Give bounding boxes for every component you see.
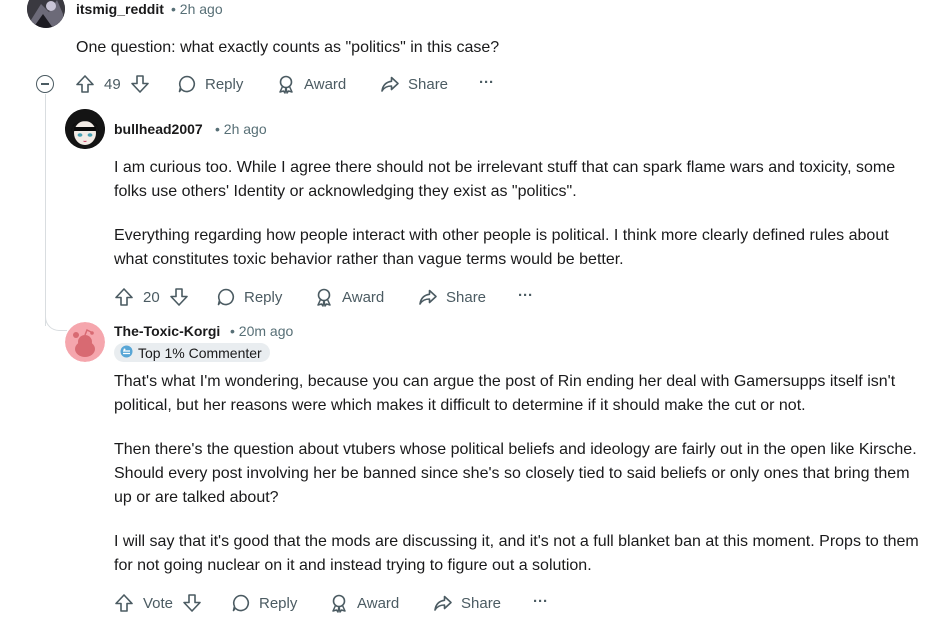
commenter-badge[interactable]: Top 1% Commenter — [114, 343, 270, 362]
comment-paragraph: Everything regarding how people interact… — [114, 227, 889, 268]
vote-group: 49 — [75, 74, 150, 94]
award-button[interactable]: Award — [329, 593, 399, 613]
avatar[interactable] — [65, 109, 105, 149]
share-label: Share — [408, 75, 449, 93]
award-button[interactable]: Award — [276, 74, 346, 94]
award-icon — [314, 287, 334, 307]
commenter-badge-icon — [120, 345, 133, 361]
ellipsis-icon: ··· — [518, 287, 533, 304]
comment-paragraph: I am curious too. While I agree there sh… — [114, 159, 896, 200]
award-icon — [329, 593, 349, 613]
comment-author[interactable]: The-Toxic-Korgi — [114, 323, 220, 339]
reply-label: Reply — [205, 75, 244, 93]
speech-bubble-icon — [216, 287, 236, 307]
share-arrow-icon — [418, 287, 438, 307]
award-button[interactable]: Award — [314, 287, 384, 307]
badge-label: Top 1% Commenter — [138, 344, 262, 361]
reply-button[interactable]: Reply — [177, 74, 243, 94]
comment-body: That's what I'm wondering, because you c… — [114, 370, 919, 591]
share-button[interactable]: Share — [433, 593, 501, 613]
comment-body: I am curious too. While I agree there sh… — [114, 156, 914, 285]
reply-label: Reply — [244, 288, 283, 306]
thread-line[interactable] — [45, 94, 46, 326]
reply-button[interactable]: Reply — [216, 287, 282, 307]
arrow-up-icon[interactable] — [75, 74, 95, 94]
share-arrow-icon — [433, 593, 453, 613]
comment-time[interactable]: 2h ago — [180, 1, 223, 17]
thread-connector — [45, 309, 67, 331]
comment-meta: • 20m ago — [230, 323, 293, 339]
more-options-button[interactable]: ··· — [533, 593, 548, 610]
vote-count: 20 — [143, 288, 160, 306]
vote-group: Vote — [114, 593, 202, 613]
meta-separator: • — [171, 1, 176, 17]
speech-bubble-icon — [231, 593, 251, 613]
comment-author[interactable]: itsmig_reddit — [76, 1, 164, 17]
award-label: Award — [357, 594, 400, 612]
comment-author[interactable]: bullhead2007 — [114, 121, 203, 137]
meta-separator: • — [215, 121, 220, 137]
arrow-down-icon[interactable] — [169, 287, 189, 307]
comment-paragraph: One question: what exactly counts as "po… — [76, 39, 500, 56]
share-label: Share — [446, 288, 487, 306]
award-label: Award — [342, 288, 385, 306]
comment-meta: • 2h ago — [171, 1, 223, 17]
avatar[interactable] — [27, 0, 65, 28]
ellipsis-icon: ··· — [479, 74, 494, 91]
comment-paragraph: I will say that it's good that the mods … — [114, 533, 919, 574]
reply-label: Reply — [259, 594, 298, 612]
share-button[interactable]: Share — [380, 74, 448, 94]
meta-separator: • — [230, 323, 235, 339]
share-button[interactable]: Share — [418, 287, 486, 307]
share-arrow-icon — [380, 74, 400, 94]
arrow-down-icon[interactable] — [182, 593, 202, 613]
vote-count: Vote — [143, 594, 174, 612]
award-label: Award — [304, 75, 347, 93]
more-options-button[interactable]: ··· — [479, 74, 494, 91]
comment-paragraph: That's what I'm wondering, because you c… — [114, 373, 896, 414]
comment-meta: • 2h ago — [215, 121, 267, 137]
arrow-up-icon[interactable] — [114, 593, 134, 613]
comment-paragraph: Then there's the question about vtubers … — [114, 441, 917, 506]
comment-time[interactable]: 2h ago — [224, 121, 267, 137]
share-label: Share — [461, 594, 502, 612]
award-icon — [276, 74, 296, 94]
arrow-up-icon[interactable] — [114, 287, 134, 307]
avatar[interactable] — [65, 322, 105, 362]
vote-count: 49 — [104, 75, 121, 93]
speech-bubble-icon — [177, 74, 197, 94]
comment-time[interactable]: 20m ago — [239, 323, 293, 339]
collapse-minus-icon[interactable] — [36, 75, 54, 93]
more-options-button[interactable]: ··· — [518, 287, 533, 304]
ellipsis-icon: ··· — [533, 593, 548, 610]
comment-body: One question: what exactly counts as "po… — [76, 36, 906, 73]
reply-button[interactable]: Reply — [231, 593, 297, 613]
arrow-down-icon[interactable] — [130, 74, 150, 94]
vote-group: 20 — [114, 287, 189, 307]
